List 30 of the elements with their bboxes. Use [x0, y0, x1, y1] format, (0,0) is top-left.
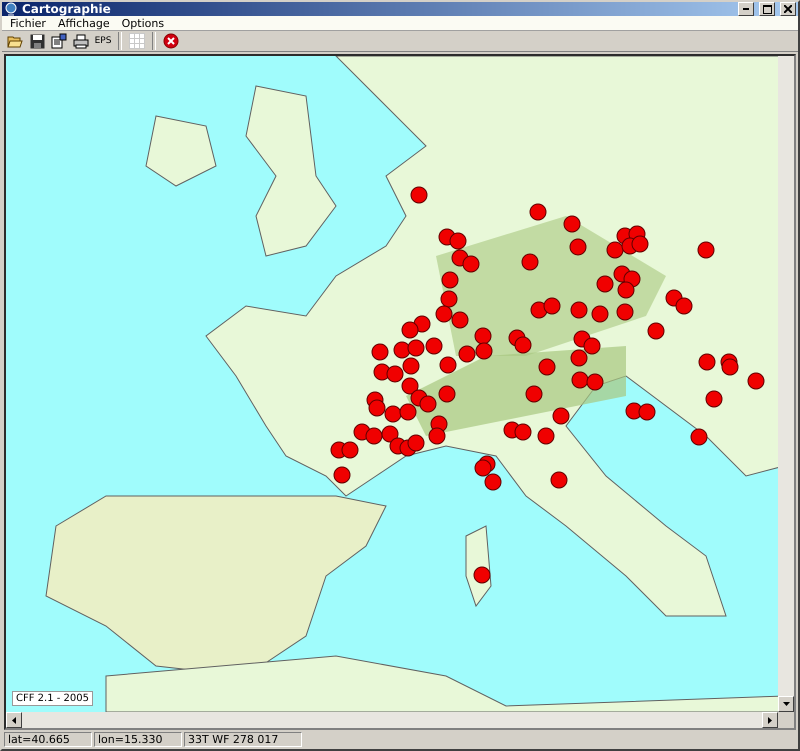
minimize-button[interactable]	[738, 2, 754, 16]
right-arrow-icon	[768, 716, 772, 724]
window-title: Cartographie	[22, 2, 111, 16]
printer-icon	[73, 34, 89, 48]
eps-export-button[interactable]: EPS	[93, 31, 113, 51]
menu-item[interactable]: Affichage	[52, 16, 116, 30]
menu-item[interactable]: Fichier	[4, 16, 52, 30]
status-field: lon=15.330	[94, 732, 182, 747]
horizontal-scrollbar[interactable]	[6, 712, 778, 728]
vertical-scrollbar[interactable]	[778, 56, 794, 712]
down-arrow-icon	[782, 702, 790, 706]
document-icon	[51, 33, 67, 49]
menu-item[interactable]: Options	[116, 16, 170, 30]
scroll-right-button[interactable]	[762, 712, 778, 728]
credit-label: CFF 2.1 - 2005	[12, 691, 93, 706]
grid-icon	[129, 33, 145, 49]
maximize-button[interactable]	[759, 2, 775, 16]
maximize-icon	[762, 4, 772, 14]
close-icon	[784, 5, 792, 13]
properties-button[interactable]	[49, 31, 69, 51]
left-arrow-icon	[12, 716, 16, 724]
folder-icon	[7, 34, 23, 48]
scroll-left-button[interactable]	[6, 712, 22, 728]
stop-button[interactable]	[161, 31, 181, 51]
stop-icon	[163, 33, 179, 49]
scroll-down-button[interactable]	[778, 696, 794, 712]
status-field: 33T WF 278 017	[184, 732, 302, 747]
close-button[interactable]	[780, 2, 796, 16]
status-field: lat=40.665	[4, 732, 92, 747]
minimize-icon	[743, 8, 749, 10]
